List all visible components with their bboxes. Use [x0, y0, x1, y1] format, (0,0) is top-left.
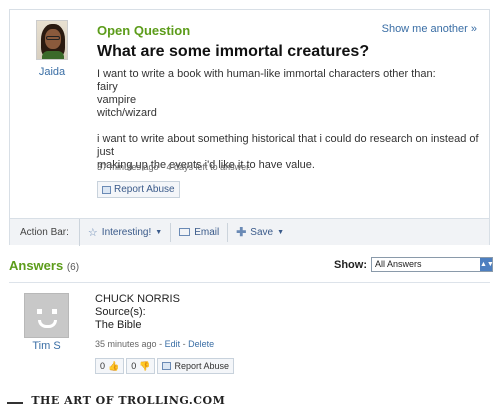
answers-heading: Answers (6) [9, 258, 79, 273]
mail-icon [179, 228, 191, 236]
question-type-label: Open Question [97, 23, 191, 38]
edit-link[interactable]: Edit [165, 339, 181, 349]
report-abuse-button[interactable]: Report Abuse [97, 181, 180, 198]
filter-value: All Answers [375, 259, 422, 269]
answer-text: CHUCK NORRIS [95, 293, 180, 305]
asker-profile[interactable]: Jaida [28, 20, 76, 78]
answer-body: CHUCK NORRIS Source(s): The Bible [95, 293, 180, 332]
watermark-text: THE ART OF TROLLING.COM [31, 394, 226, 407]
delete-link[interactable]: Delete [188, 339, 214, 349]
interesting-button[interactable]: ☆ Interesting! ▼ [80, 222, 172, 242]
answer-actions: 0 👍 0 👎 Report Abuse [95, 358, 235, 374]
report-abuse-label: Report Abuse [114, 184, 175, 195]
chevron-down-icon: ▼ [155, 228, 163, 236]
asker-name-link[interactable]: Jaida [28, 66, 76, 78]
answers-title: Answers [9, 258, 64, 273]
flag-icon [102, 185, 111, 194]
thumbs-up-count: 0 [100, 361, 106, 371]
action-bar-label: Action Bar: [10, 218, 80, 246]
body-line: witch/wizard [97, 107, 157, 119]
answers-count: (6) [66, 262, 80, 273]
flag-icon [162, 362, 172, 370]
show-another-link[interactable]: Show me another » [382, 23, 477, 35]
answer-report-label: Report Abuse [174, 361, 230, 371]
thumbs-down-count: 0 [131, 361, 137, 371]
avatar-mouth [38, 320, 57, 328]
chevron-down-icon: ▼ [277, 228, 285, 236]
select-arrows-icon: ▲▼ [480, 258, 494, 271]
question-body: I want to write a book with human-like i… [97, 68, 482, 172]
avatar-eye [52, 309, 57, 314]
body-line: I want to write a book with human-like i… [97, 68, 436, 80]
question-title: What are some immortal creatures? [97, 43, 370, 60]
action-bar: Action Bar: ☆ Interesting! ▼ Email ✚ Sav… [10, 218, 489, 246]
save-button[interactable]: ✚ Save ▼ [228, 223, 292, 242]
interesting-label: Interesting! [101, 226, 152, 238]
source-label: Source(s): [95, 306, 146, 318]
troll-logo-icon [7, 394, 23, 404]
site-watermark: THE ART OF TROLLING.COM [7, 394, 225, 407]
asker-avatar[interactable] [36, 20, 68, 60]
thumbs-down-icon: 👎 [139, 360, 151, 371]
body-line: i want to write about something historic… [97, 133, 482, 158]
avatar-eye [37, 309, 42, 314]
body-line: fairy [97, 81, 118, 93]
thumbs-down-button[interactable]: 0 👎 [126, 358, 156, 374]
email-label: Email [194, 226, 220, 238]
answer-meta: 35 minutes ago - Edit - Delete [95, 339, 215, 349]
save-label: Save [250, 226, 274, 238]
source-text: The Bible [95, 319, 142, 331]
email-button[interactable]: Email [171, 222, 229, 242]
answers-filter-select[interactable]: All Answers ▲▼ [371, 257, 494, 272]
thumbs-up-button[interactable]: 0 👍 [95, 358, 125, 374]
show-filter-label: Show: [334, 259, 367, 271]
question-timestamp: 37 minutes ago - 4 days left to answer. [97, 162, 252, 172]
plus-icon: ✚ [236, 225, 247, 239]
answerer-avatar[interactable] [24, 293, 69, 338]
answerer-name-link[interactable]: Tim S [24, 340, 69, 352]
divider [9, 282, 490, 283]
star-icon: ☆ [87, 226, 98, 239]
body-line [97, 120, 482, 133]
answer-report-abuse-button[interactable]: Report Abuse [157, 358, 235, 374]
body-line: vampire [97, 94, 137, 106]
question-panel: Jaida Open Question Show me another » Wh… [9, 9, 490, 246]
answer-timestamp: 35 minutes ago [95, 339, 157, 349]
thumbs-up-icon: 👍 [108, 360, 120, 371]
